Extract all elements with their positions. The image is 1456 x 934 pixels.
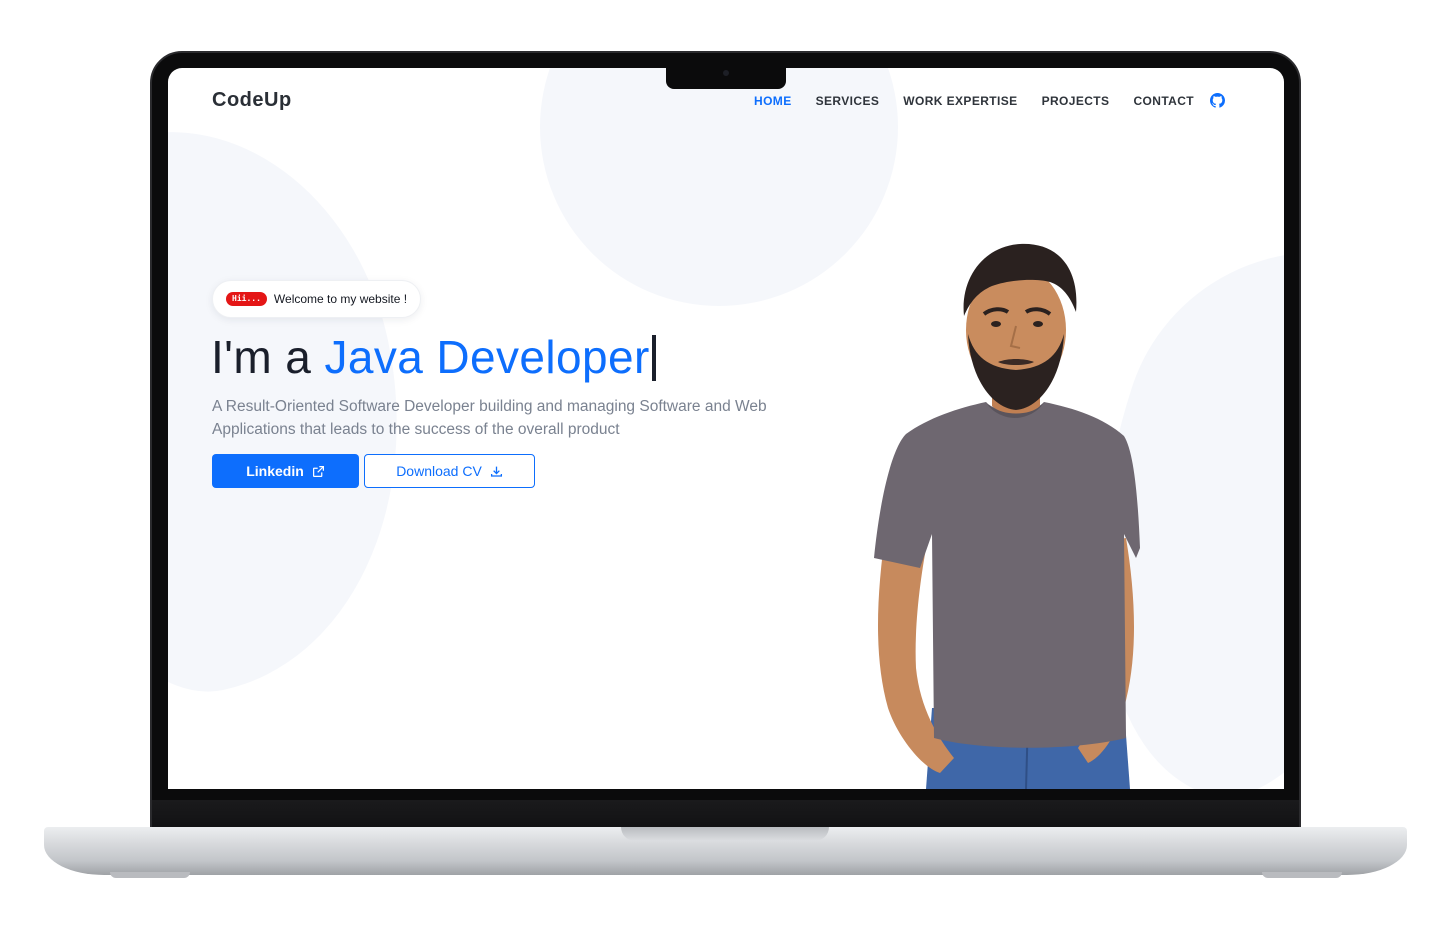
download-icon xyxy=(490,466,502,477)
nav-contact[interactable]: CONTACT xyxy=(1133,94,1194,108)
laptop-bezel xyxy=(152,800,1299,830)
github-icon[interactable] xyxy=(1210,93,1225,108)
linkedin-button-label: Linkedin xyxy=(246,463,304,479)
nav-services[interactable]: SERVICES xyxy=(816,94,880,108)
headline-role: Java Developer xyxy=(324,331,650,383)
external-link-icon xyxy=(312,465,324,477)
download-cv-label: Download CV xyxy=(396,463,482,479)
camera-icon xyxy=(723,70,729,76)
laptop-foot-right xyxy=(1262,872,1342,878)
linkedin-button[interactable]: Linkedin xyxy=(212,454,359,488)
download-cv-button[interactable]: Download CV xyxy=(364,454,535,488)
laptop-foot-left xyxy=(110,872,190,878)
nav-home[interactable]: HOME xyxy=(754,94,792,108)
welcome-pill: Hii... Welcome to my website ! xyxy=(212,280,422,318)
camera-notch xyxy=(666,68,786,89)
typing-caret xyxy=(651,335,656,381)
hero-headline: I'm a Java Developer xyxy=(211,330,656,384)
laptop-opening-notch xyxy=(621,827,829,841)
headline-prefix: I'm a xyxy=(211,331,325,383)
main-nav: HOME SERVICES WORK EXPERTISE PROJECTS CO… xyxy=(754,94,1194,108)
hero-description: A Result-Oriented Software Developer bui… xyxy=(212,398,767,438)
welcome-text: Welcome to my website ! xyxy=(273,292,408,306)
developer-portrait xyxy=(874,243,1140,789)
hi-badge: Hii... xyxy=(226,292,267,306)
laptop-screen: CodeUp HOME SERVICES WORK EXPERTISE PROJ… xyxy=(168,68,1284,789)
brand-logo[interactable]: CodeUp xyxy=(212,89,292,112)
nav-work-expertise[interactable]: WORK EXPERTISE xyxy=(903,94,1017,108)
nav-projects[interactable]: PROJECTS xyxy=(1042,94,1110,108)
